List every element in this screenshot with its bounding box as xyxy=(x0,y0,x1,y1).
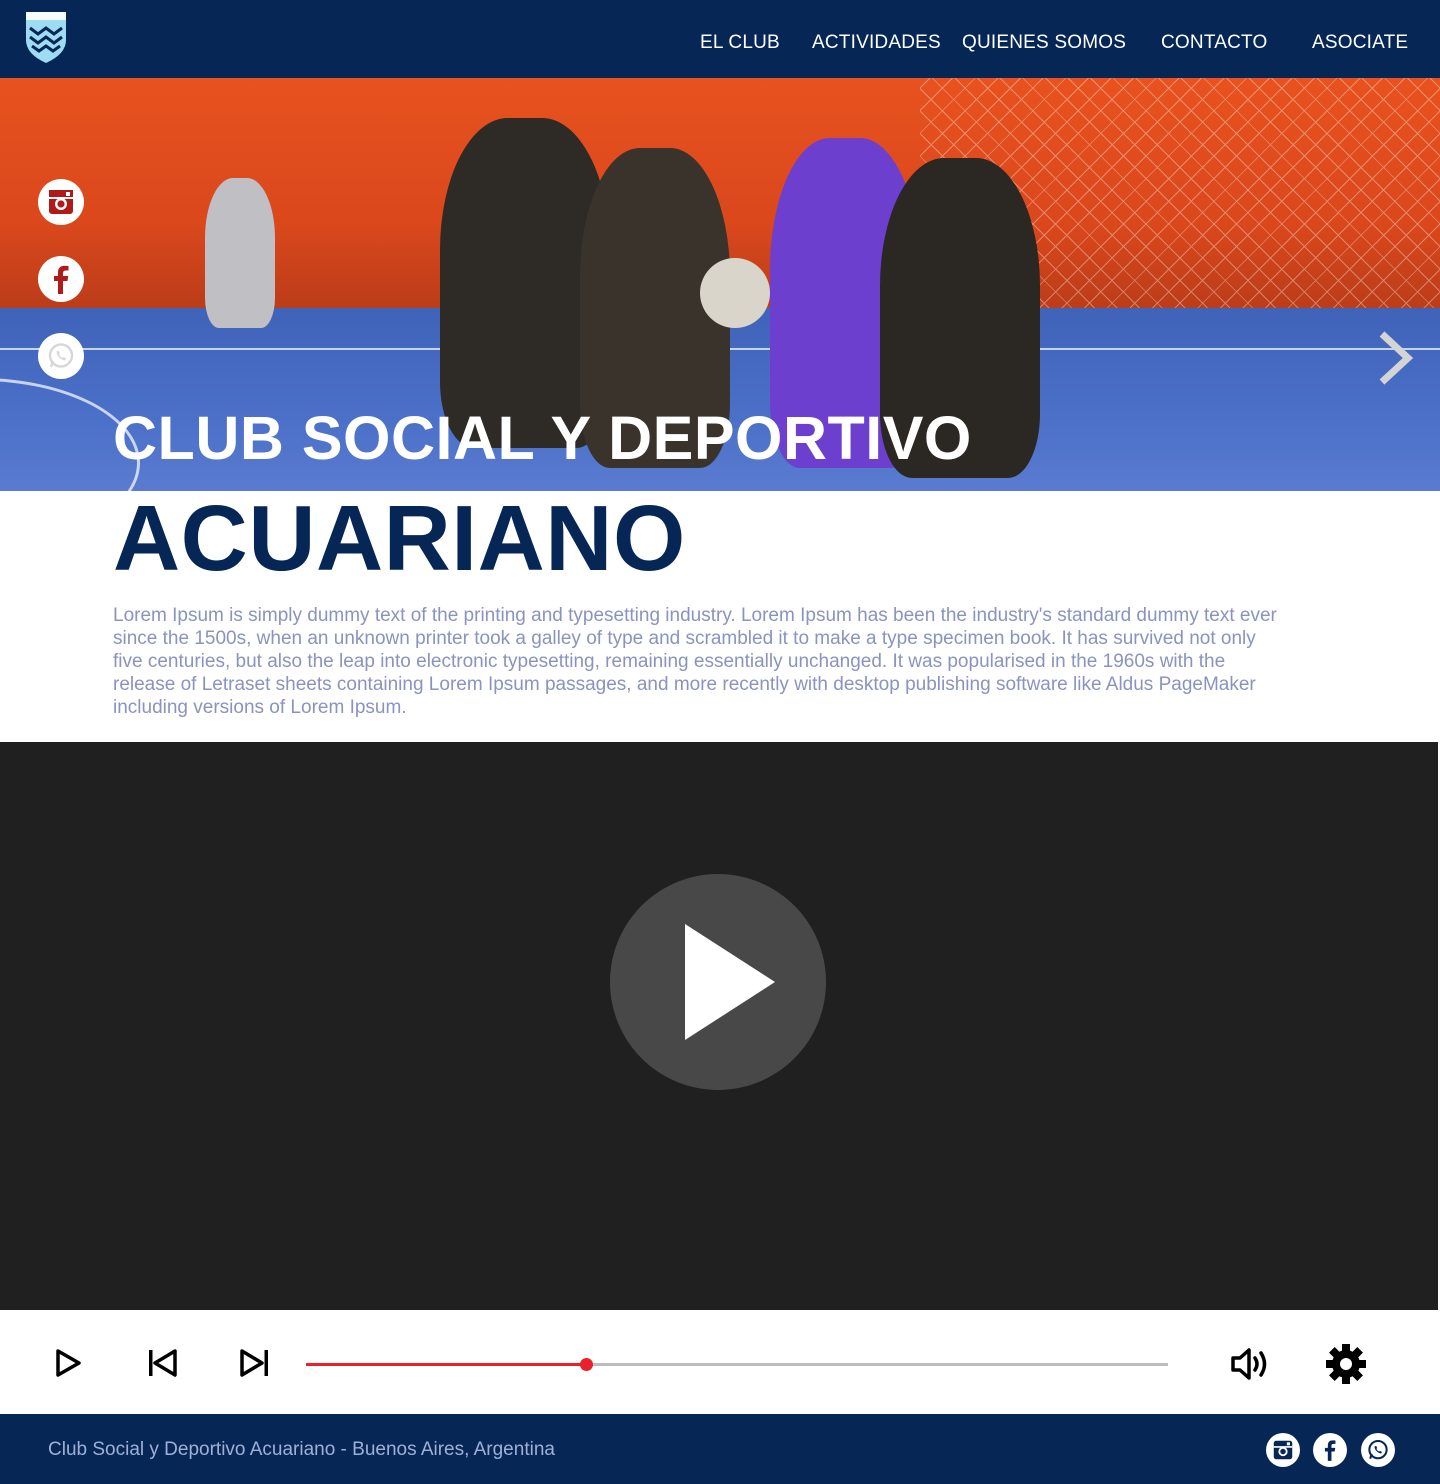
nav-quienes-somos[interactable]: QUIENES SOMOS xyxy=(962,30,1126,56)
hero-whatsapp-icon[interactable] xyxy=(38,333,84,379)
hero-facebook-icon[interactable] xyxy=(38,256,84,302)
video-play-overlay-button[interactable] xyxy=(610,874,826,1090)
footer-facebook-icon[interactable] xyxy=(1313,1433,1347,1467)
hero-photo-player xyxy=(205,178,275,328)
nav-actividades[interactable]: ACTIVIDADES xyxy=(812,30,941,56)
video-progress-track[interactable] xyxy=(306,1358,1168,1371)
nav-contacto[interactable]: CONTACTO xyxy=(1161,30,1267,56)
footer-whatsapp-icon[interactable] xyxy=(1361,1433,1395,1467)
footer: Club Social y Deportivo Acuariano - Buen… xyxy=(0,1414,1440,1484)
club-shield-logo-icon[interactable] xyxy=(24,10,68,64)
hero-photo-player xyxy=(700,258,770,328)
carousel-next-chevron-right-icon[interactable] xyxy=(1372,330,1416,386)
hero-title: CLUB SOCIAL Y DEPORTIVO xyxy=(113,404,972,472)
gear-icon[interactable] xyxy=(1324,1342,1368,1391)
skip-back-icon[interactable] xyxy=(146,1348,178,1383)
nav-asociate[interactable]: ASOCIATE xyxy=(1312,30,1408,56)
intro-paragraph: Lorem Ipsum is simply dummy text of the … xyxy=(113,605,1277,718)
nav-el-club[interactable]: EL CLUB xyxy=(700,30,780,56)
play-icon[interactable] xyxy=(52,1348,82,1383)
hero-instagram-icon[interactable] xyxy=(38,179,84,225)
volume-icon[interactable] xyxy=(1230,1347,1272,1386)
footer-text: Club Social y Deportivo Acuariano - Buen… xyxy=(48,1439,555,1460)
footer-instagram-icon[interactable] xyxy=(1266,1433,1300,1467)
play-icon xyxy=(685,924,775,1040)
top-navbar: EL CLUB ACTIVIDADES QUIENES SOMOS CONTAC… xyxy=(0,0,1440,78)
video-player[interactable] xyxy=(0,742,1438,1310)
skip-forward-icon[interactable] xyxy=(239,1348,271,1383)
hero-banner: CLUB SOCIAL Y DEPORTIVO xyxy=(0,78,1440,491)
video-progress-fill xyxy=(306,1363,586,1366)
club-name-title: ACUARIANO xyxy=(113,486,686,590)
video-progress-handle[interactable] xyxy=(580,1358,593,1371)
video-controls-bar xyxy=(0,1310,1440,1414)
